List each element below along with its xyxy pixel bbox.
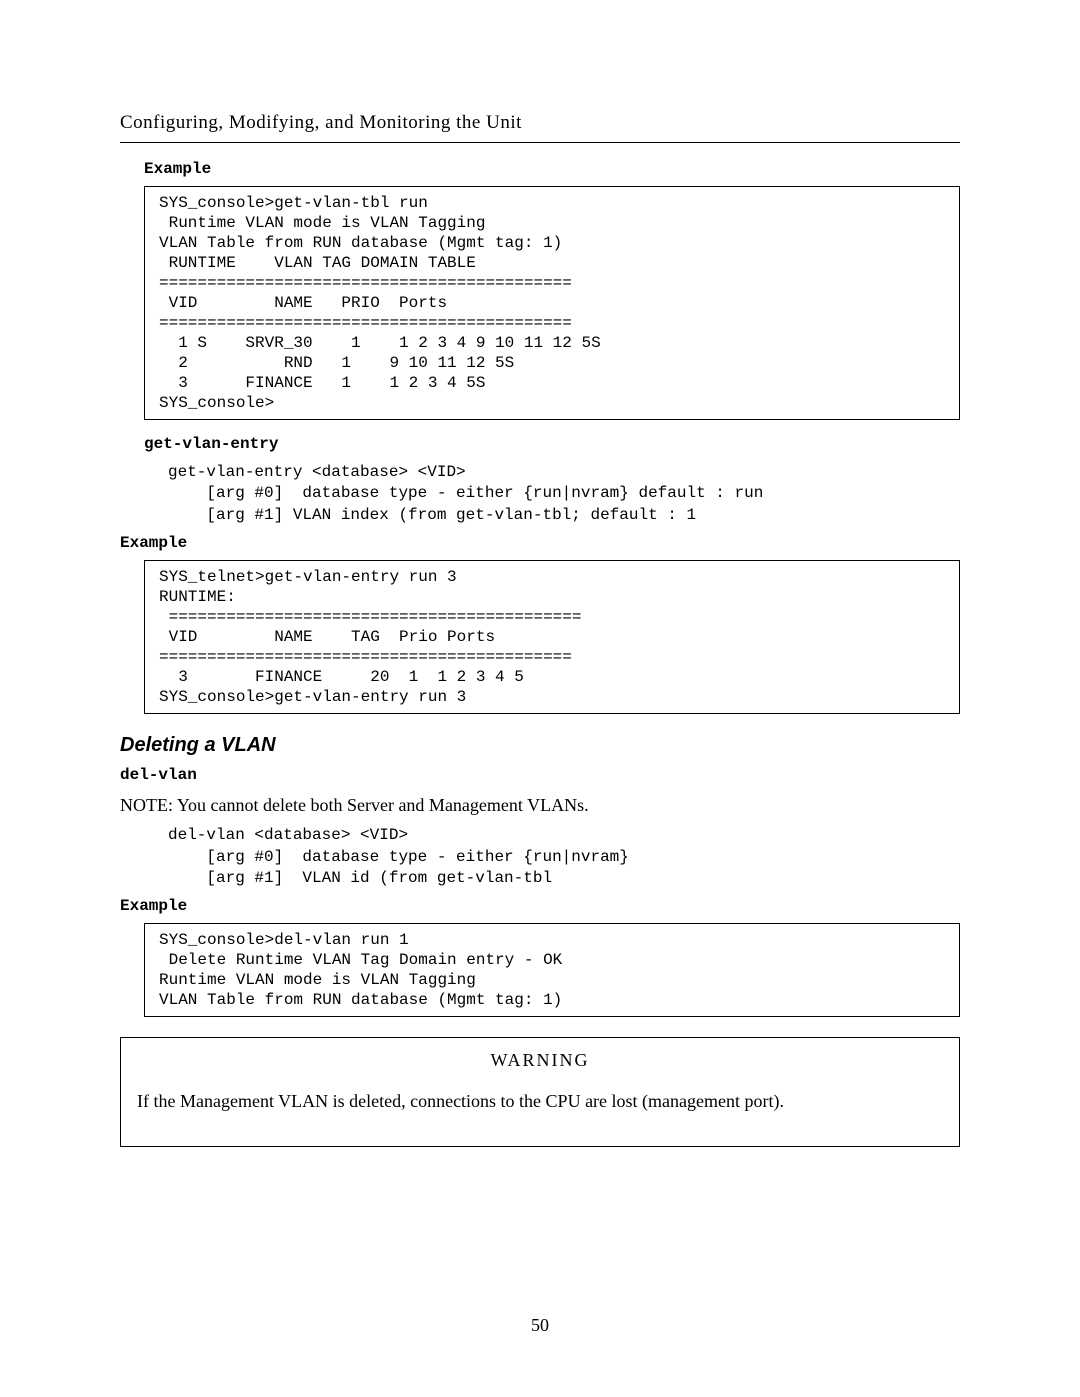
- page-number: 50: [0, 1313, 1080, 1337]
- example-label-3: Example: [120, 896, 960, 918]
- code-block-del-vlan: SYS_console>del-vlan run 1 Delete Runtim…: [144, 923, 960, 1017]
- page: Configuring, Modifying, and Monitoring t…: [0, 0, 1080, 1397]
- note-text: NOTE: You cannot delete both Server and …: [120, 793, 960, 817]
- chapter-title: Configuring, Modifying, and Monitoring t…: [120, 110, 960, 136]
- syntax-get-vlan-entry: get-vlan-entry <database> <VID> [arg #0]…: [168, 462, 960, 527]
- horizontal-rule: [120, 142, 960, 143]
- command-label-del-vlan: del-vlan: [120, 765, 960, 787]
- code-block-get-vlan-entry: SYS_telnet>get-vlan-entry run 3 RUNTIME:…: [144, 560, 960, 714]
- warning-title: WARNING: [137, 1048, 943, 1072]
- example-label-2: Example: [120, 533, 960, 555]
- warning-box: WARNING If the Management VLAN is delete…: [120, 1037, 960, 1146]
- example-label-1: Example: [144, 159, 960, 181]
- code-block-get-vlan-tbl: SYS_console>get-vlan-tbl run Runtime VLA…: [144, 186, 960, 420]
- section-heading-deleting-vlan: Deleting a VLAN: [120, 732, 960, 759]
- syntax-del-vlan: del-vlan <database> <VID> [arg #0] datab…: [168, 825, 960, 890]
- warning-body: If the Management VLAN is deleted, conne…: [137, 1089, 943, 1114]
- command-label-get-vlan-entry: get-vlan-entry: [144, 434, 960, 456]
